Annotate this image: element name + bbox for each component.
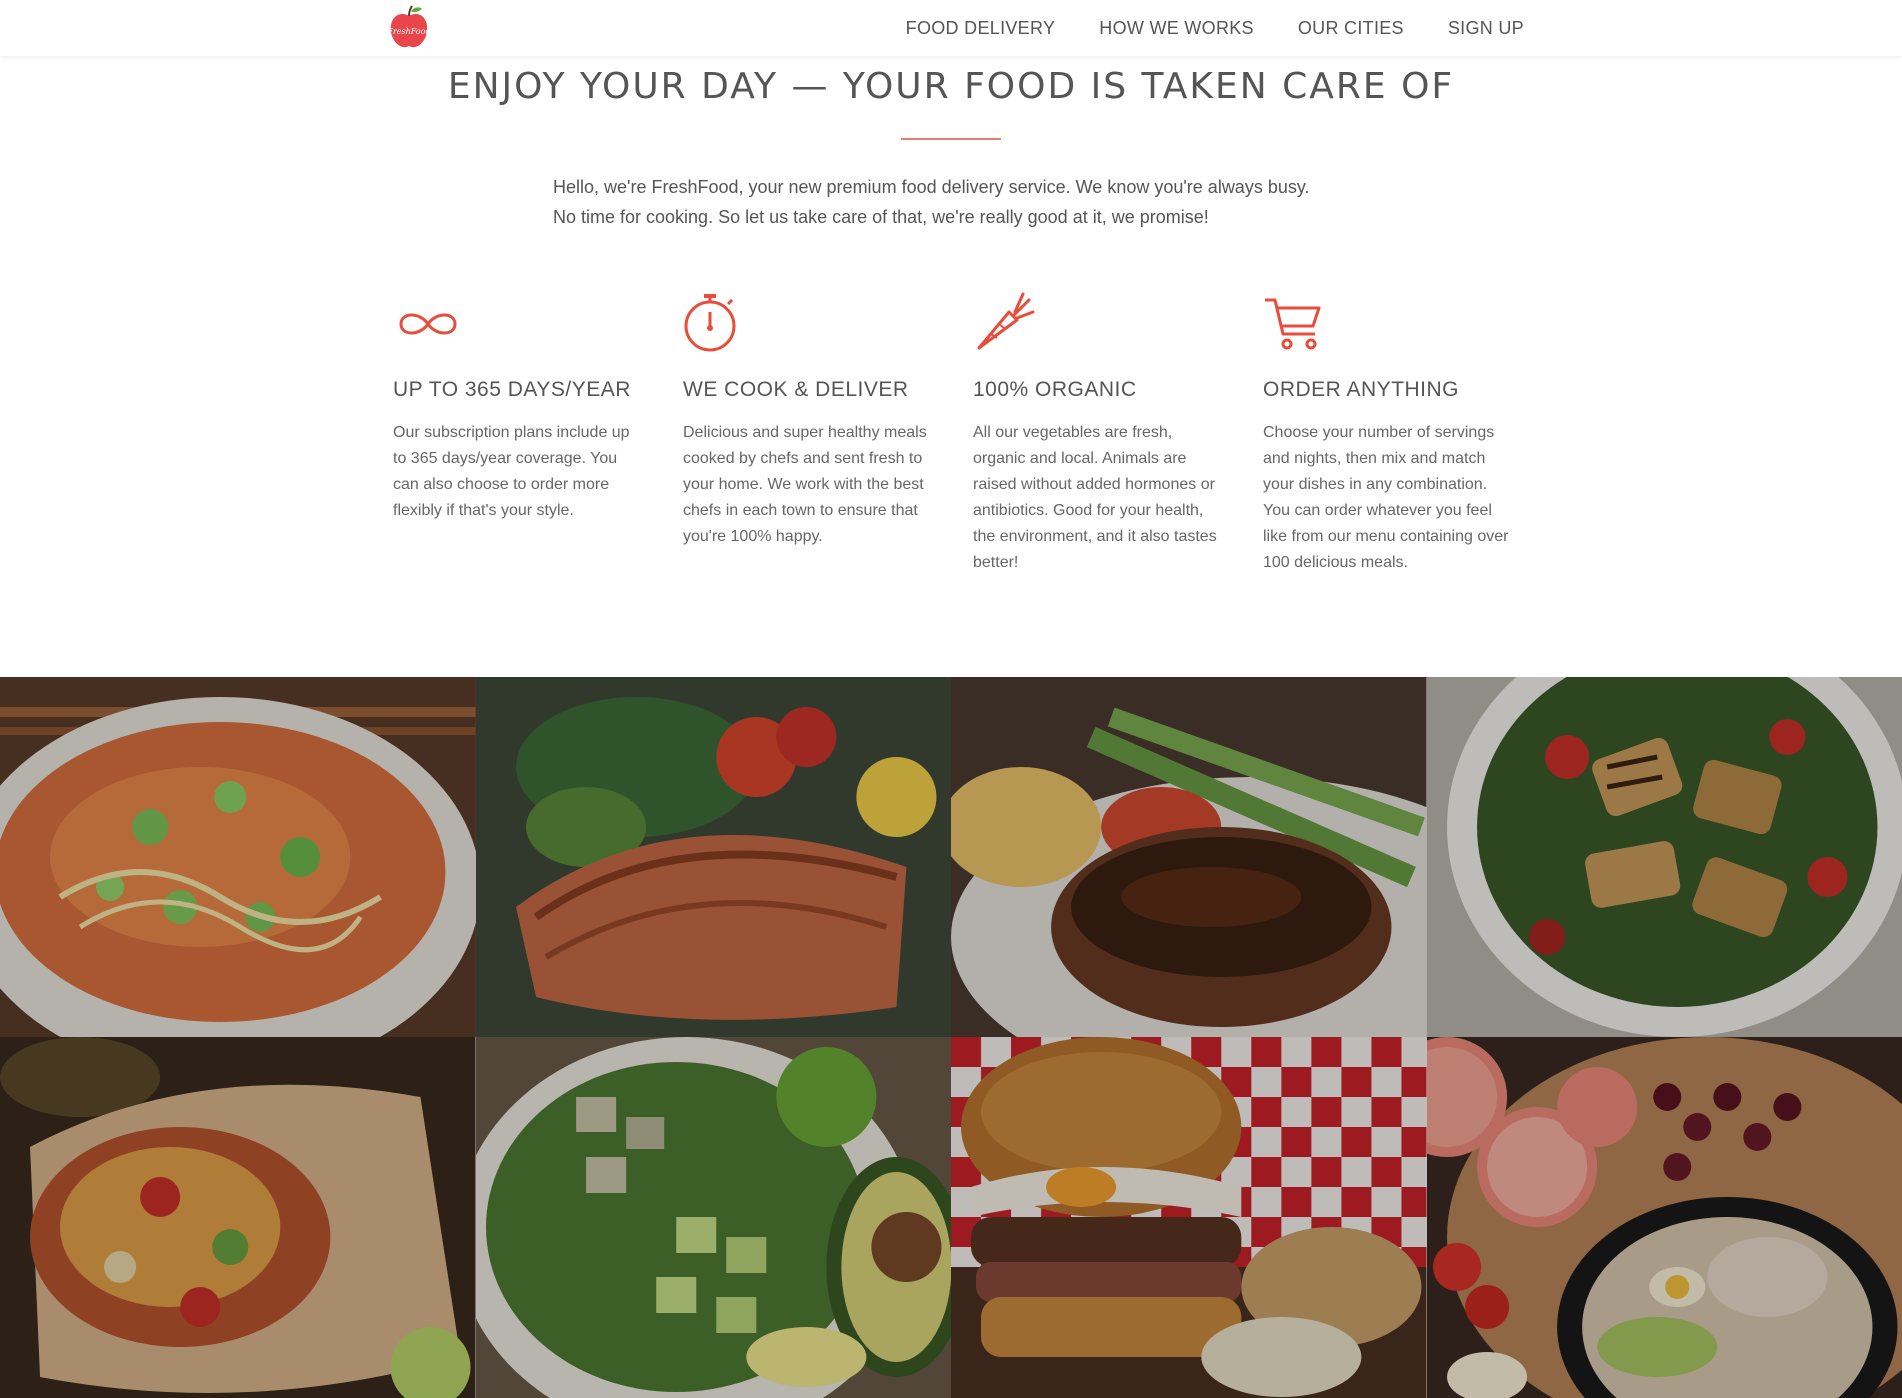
gallery-burger[interactable] (951, 1037, 1427, 1398)
nav-how-we-works[interactable]: HOW WE WORKS (1099, 18, 1254, 39)
infinity-icon (399, 313, 457, 335)
image-overlay (1426, 1037, 1902, 1398)
feature-text: Choose your number of servings and night… (1263, 424, 1509, 571)
nav-food-delivery[interactable]: FOOD DELIVERY (906, 18, 1056, 39)
feature-365-days: UP TO 365 DAYS/YEAR Our subscription pla… (393, 290, 643, 519)
top-navbar: FreshFood FOOD DELIVERY HOW WE WORKS OUR… (0, 0, 1902, 56)
title-underline (901, 138, 1001, 140)
image-overlay (475, 677, 951, 1037)
image-overlay (1426, 677, 1902, 1037)
stopwatch-icon (684, 294, 736, 352)
intro-line-2: No time for cooking. So let us take care… (553, 207, 1209, 227)
apple-logo-icon[interactable]: FreshFood (385, 4, 433, 52)
feature-text: All our vegetables are fresh, organic an… (973, 424, 1217, 571)
feature-order-anything: ORDER ANYTHING Choose your number of ser… (1263, 290, 1513, 571)
image-overlay (475, 1037, 951, 1398)
image-overlay (0, 1037, 476, 1398)
gallery-burrito[interactable] (0, 1037, 476, 1398)
gallery-fruit-board[interactable] (1426, 1037, 1902, 1398)
feature-title: 100% ORGANIC (973, 378, 1137, 401)
gallery-avocado-bowl[interactable] (475, 1037, 951, 1398)
feature-title: UP TO 365 DAYS/YEAR (393, 378, 631, 401)
cart-icon (1265, 298, 1321, 350)
gallery-steak[interactable] (951, 677, 1427, 1037)
carrot-icon (977, 292, 1035, 350)
meals-gallery (0, 677, 1902, 1398)
gallery-halloumi-salad[interactable] (1426, 677, 1902, 1037)
image-overlay (0, 677, 476, 1037)
feature-text: Delicious and super healthy meals cooked… (683, 424, 927, 545)
nav-menu: FOOD DELIVERY HOW WE WORKS OUR CITIES SI… (906, 0, 1524, 56)
feature-cook-deliver: WE COOK & DELIVER Delicious and super he… (683, 290, 933, 545)
nav-sign-up[interactable]: SIGN UP (1448, 18, 1524, 39)
feature-title: WE COOK & DELIVER (683, 378, 909, 401)
feature-organic: 100% ORGANIC All our vegetables are fres… (973, 290, 1223, 571)
logo-text: FreshFood (386, 27, 430, 36)
intro-text: Hello, we're FreshFood, your new premium… (553, 172, 1353, 232)
hero-title: ENJOY YOUR DAY — YOUR FOOD IS TAKEN CARE… (447, 66, 1455, 107)
gallery-rice-bowl[interactable] (0, 677, 476, 1037)
image-overlay (951, 677, 1427, 1037)
nav-our-cities[interactable]: OUR CITIES (1298, 18, 1404, 39)
feature-title: ORDER ANYTHING (1263, 378, 1460, 401)
gallery-salmon[interactable] (475, 677, 951, 1037)
intro-line-1: Hello, we're FreshFood, your new premium… (553, 177, 1310, 197)
image-overlay (951, 1037, 1427, 1398)
feature-text: Our subscription plans include up to 365… (393, 424, 630, 519)
